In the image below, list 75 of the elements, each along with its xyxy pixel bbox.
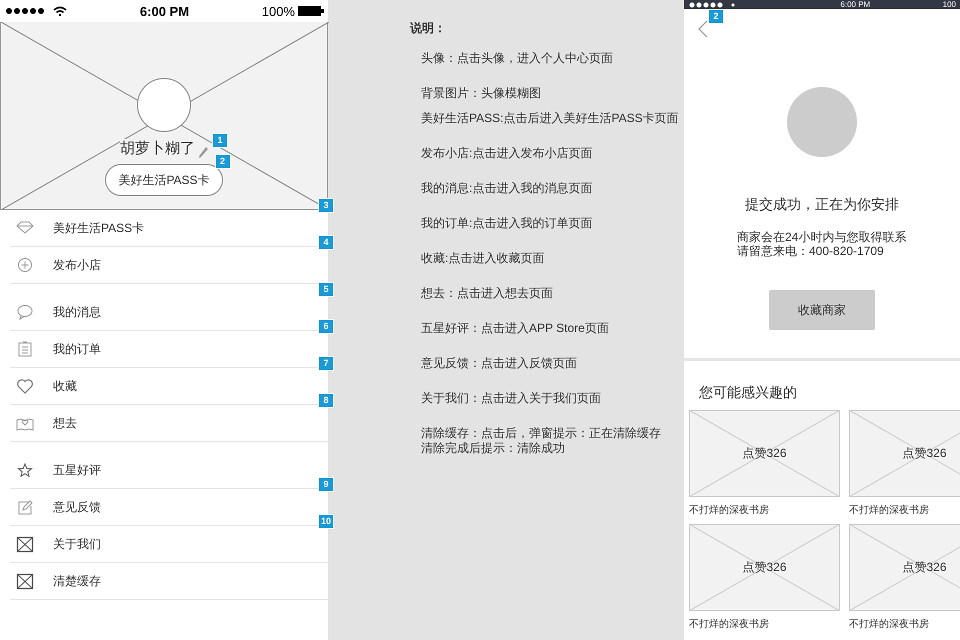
battery-icon <box>298 6 324 16</box>
contact-message: 商家会在24小时内与您取得联系 <box>737 230 907 244</box>
number-badge: 8 <box>318 393 334 408</box>
card-caption: 不打烊的深夜书房 <box>849 618 930 631</box>
pencil-icon <box>198 146 208 158</box>
number-badge: 9 <box>318 477 334 492</box>
placeholder-icon <box>16 572 34 590</box>
status-time: 6:00 PM <box>140 4 190 18</box>
like-count: 点赞326 <box>742 445 787 462</box>
menu-item[interactable]: 想去 <box>10 405 328 442</box>
heart-icon <box>16 378 34 394</box>
note-text: 发布小店:点击进入发布小店页面 <box>421 146 594 161</box>
number-badge: 2 <box>214 154 231 169</box>
image-placeholder[interactable]: 点赞326 <box>689 410 840 497</box>
avatar-circle[interactable] <box>137 78 191 132</box>
like-count: 点赞326 <box>902 445 947 462</box>
clipboard-icon <box>16 340 34 358</box>
note-text: 意见反馈：点击进入反馈页面 <box>421 356 578 371</box>
number-badge: 2 <box>708 9 724 24</box>
number-badge: 6 <box>318 319 334 334</box>
number-badge: 1 <box>212 133 228 148</box>
wifi-icon <box>53 6 67 16</box>
note-text: 关于我们：点击进入关于我们页面 <box>421 391 602 406</box>
like-count: 点赞326 <box>742 559 787 576</box>
note-text: 头像：点击头像，进入个人中心页面 <box>421 51 614 66</box>
speech-bubble-icon <box>16 304 34 320</box>
menu-label: 清楚缓存 <box>53 572 101 590</box>
card-caption: 不打烊的深夜书房 <box>849 504 930 517</box>
success-title: 提交成功，正在为你安排 <box>745 196 899 214</box>
save-merchant-button[interactable]: 收藏商家 <box>769 290 875 330</box>
back-icon <box>698 20 708 38</box>
note-text: 清除完成后提示：清除成功 <box>421 441 566 456</box>
user-name: 胡萝卜糊了 <box>120 139 195 158</box>
diamond-icon <box>16 220 34 236</box>
menu-label: 想去 <box>53 414 77 432</box>
menu-label: 意见反馈 <box>53 498 101 516</box>
like-count: 点赞326 <box>902 559 947 576</box>
card-caption: 不打烊的深夜书房 <box>689 618 770 631</box>
menu-item[interactable]: 关于我们 <box>10 526 328 563</box>
note-text: 背景图片：头像模糊图 <box>421 86 542 101</box>
menu-label: 收藏 <box>53 378 77 394</box>
menu-label: 关于我们 <box>53 536 101 552</box>
placeholder-icon <box>16 536 34 552</box>
number-badge: 7 <box>318 356 334 371</box>
note-text: 想去：点击进入想去页面 <box>421 286 554 301</box>
number-badge: 10 <box>318 514 334 529</box>
number-badge: 4 <box>318 235 334 250</box>
menu-label: 五星好评 <box>53 462 101 478</box>
card-caption: 不打烊的深夜书房 <box>689 504 770 517</box>
note-text: 我的订单:点击进入我的订单页面 <box>421 216 594 231</box>
notes-title: 说明： <box>410 20 447 37</box>
note-text: 美好生活PASS:点击后进入美好生活PASS卡页面 <box>421 111 680 126</box>
menu-item[interactable]: 清楚缓存 <box>10 563 328 600</box>
image-placeholder[interactable]: 点赞326 <box>689 524 840 611</box>
note-text: 我的消息:点击进入我的消息页面 <box>421 181 594 196</box>
status-time: 6:00 PM <box>840 0 870 9</box>
section-title: 您可能感兴趣的 <box>699 384 797 402</box>
menu-label: 美好生活PASS卡 <box>53 220 144 236</box>
star-icon <box>16 462 34 478</box>
menu-label: 我的消息 <box>53 304 101 320</box>
battery-percent: 100% <box>262 4 295 18</box>
note-text: 清除缓存：点击后，弹窗提示：正在清除缓存 <box>421 426 662 441</box>
note-text: 五星好评：点击进入APP Store页面 <box>421 321 610 336</box>
contact-message: 请留意来电：400-820-1709 <box>737 244 885 258</box>
menu-label: 发布小店 <box>53 256 101 274</box>
edit-icon <box>16 498 34 516</box>
image-placeholder[interactable]: 点赞326 <box>849 524 960 611</box>
pass-card-button[interactable]: 美好生活PASS卡 <box>105 164 223 196</box>
number-badge: 5 <box>318 282 334 297</box>
number-badge: 3 <box>318 198 334 213</box>
menu-label: 我的订单 <box>53 340 101 358</box>
note-text: 收藏:点击进入收藏页面 <box>421 251 546 266</box>
plus-circle-icon <box>16 256 34 274</box>
image-placeholder[interactable]: 点赞326 <box>849 410 960 497</box>
battery-percent: 100 <box>942 0 956 9</box>
